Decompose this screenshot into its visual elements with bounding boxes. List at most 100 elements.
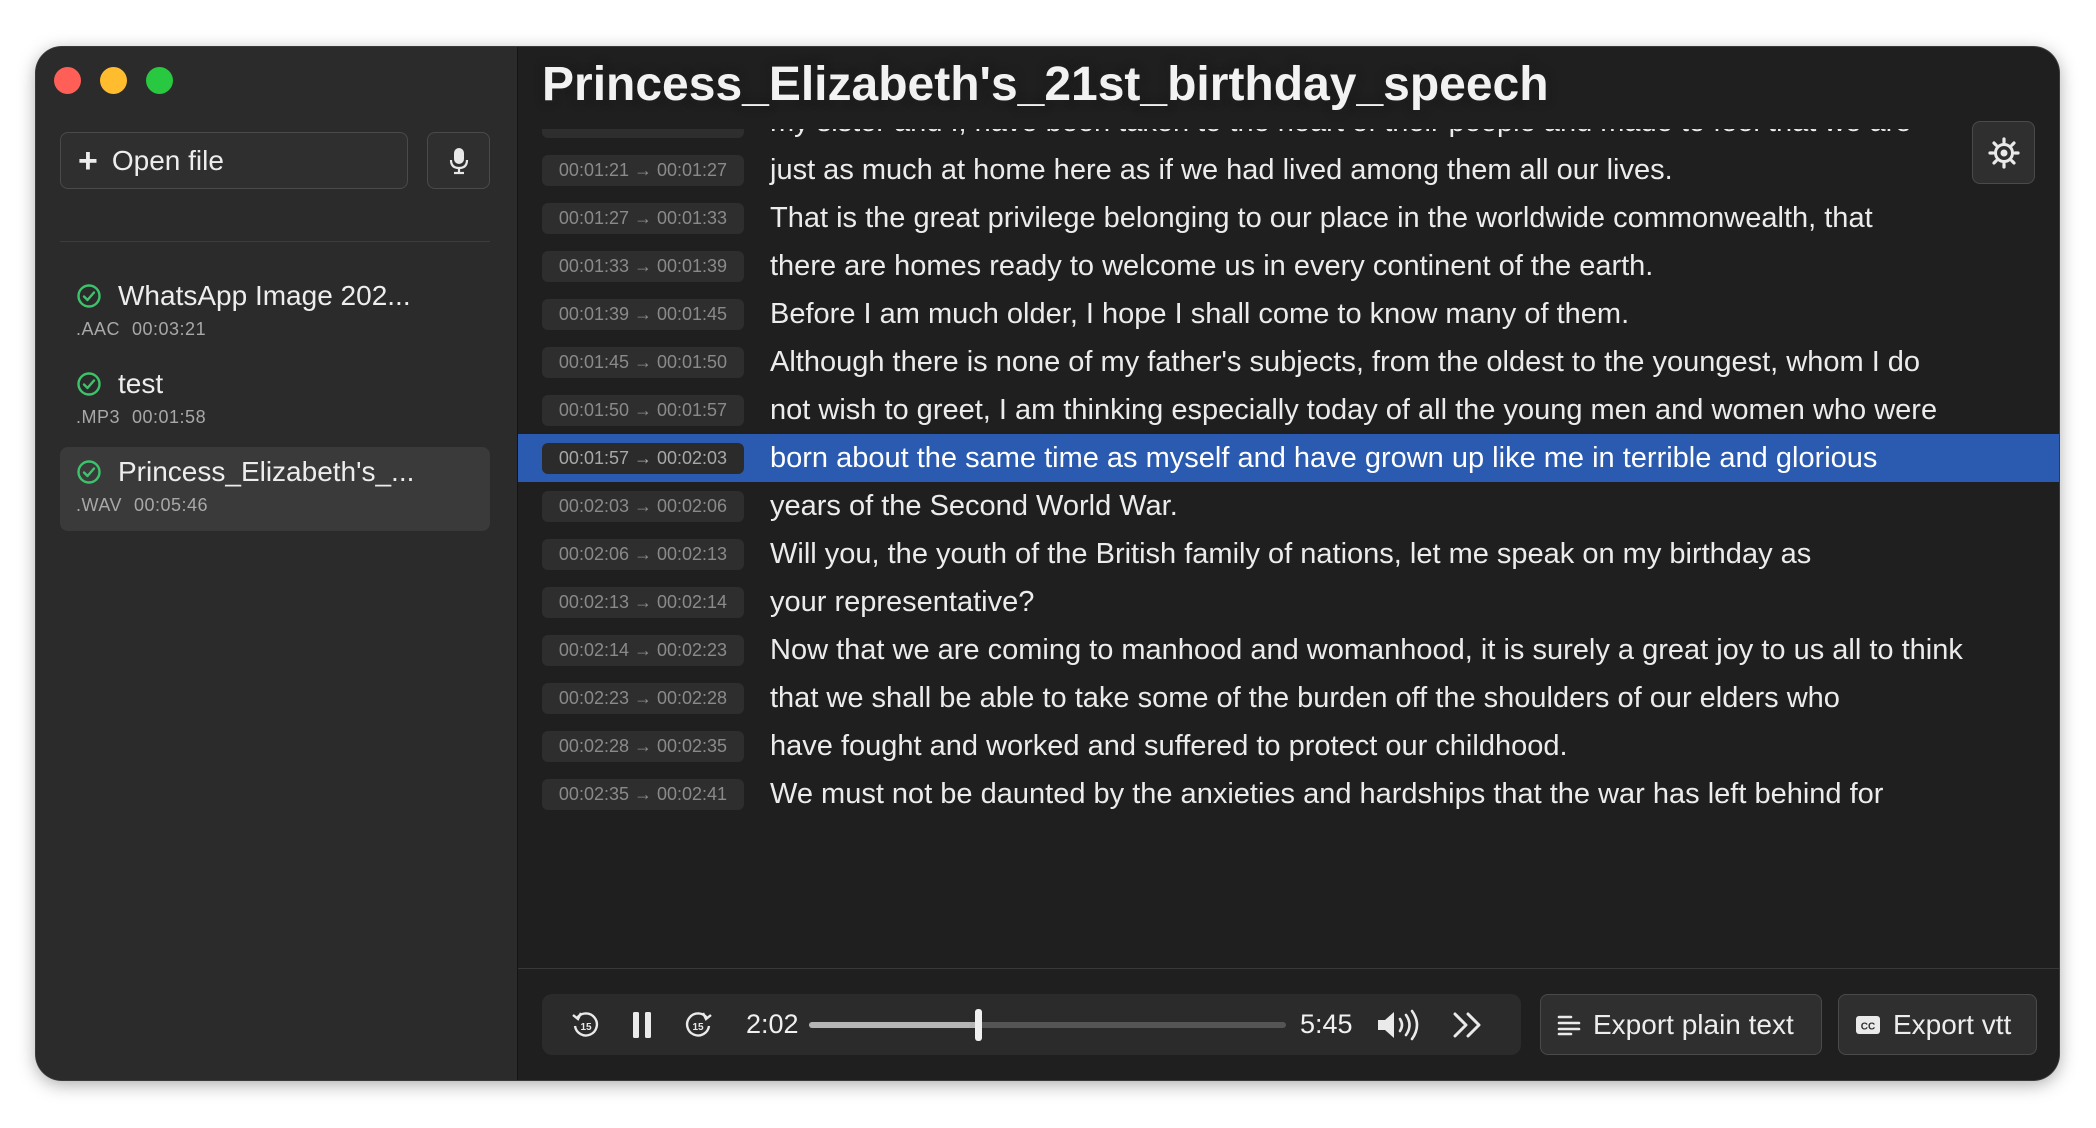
check-circle-icon: [77, 460, 101, 484]
transcript-segment[interactable]: 00:01:33 → 00:01:39 there are homes ready…: [518, 242, 2059, 290]
rewind-15-button[interactable]: 15: [568, 994, 604, 1055]
total-time: 5:45: [1300, 1009, 1353, 1039]
segment-text: my sister and I, have been taken to the …: [770, 129, 2000, 140]
segment-timestamp[interactable]: 00:01:45 → 00:01:50: [542, 347, 744, 378]
minimize-window-button[interactable]: [100, 67, 127, 94]
plus-icon: +: [78, 141, 98, 180]
file-duration: 00:01:58: [132, 407, 207, 427]
volume-button[interactable]: [1374, 994, 1424, 1055]
chevrons-right-icon: [1453, 1012, 1481, 1037]
segment-text: Although there is none of my father's su…: [770, 346, 1921, 378]
transcript-segment[interactable]: 00:02:23 → 00:02:28 that we shall be able…: [518, 674, 2059, 722]
svg-text:CC: CC: [1861, 1021, 1875, 1032]
file-name: Princess_Elizabeth's_...: [118, 456, 415, 487]
seek-slider[interactable]: [809, 1009, 1286, 1041]
forward-15-icon: 15: [685, 1011, 712, 1037]
segment-text: That is the great privilege belonging to…: [770, 202, 1873, 234]
bottom-bar: 15 15 2:02 5:45 Export plain text CC Exp…: [518, 968, 2059, 1080]
segment-text: that we shall be able to take some of th…: [770, 682, 1840, 714]
record-button[interactable]: [427, 132, 490, 189]
transcript-segment[interactable]: 00:01:50 → 00:01:57 not wish to greet, I …: [518, 386, 2059, 434]
pause-button[interactable]: [624, 994, 660, 1055]
file-list-item[interactable]: WhatsApp Image 202... .AAC 00:03:21: [60, 271, 490, 355]
file-extension: .MP3: [76, 407, 121, 427]
file-duration: 00:05:46: [134, 495, 209, 515]
file-list-item[interactable]: test .MP3 00:01:58: [60, 359, 490, 443]
segment-text: Now that we are coming to manhood and wo…: [770, 634, 1963, 666]
export-vtt-label: Export vtt: [1893, 1008, 2012, 1040]
transcript-segment[interactable]: 00:02:28 → 00:02:35 have fought and worke…: [518, 722, 2059, 770]
segment-timestamp[interactable]: 00:02:03 → 00:02:06: [542, 491, 744, 522]
mic-icon: [449, 147, 468, 174]
segment-timestamp[interactable]: 00:02:28 → 00:02:35: [542, 731, 744, 762]
playback-speed-button[interactable]: [1448, 994, 1488, 1055]
pause-icon: [633, 1011, 651, 1038]
transcript-segment[interactable]: 00:01:45 → 00:01:50 Although there is non…: [518, 338, 2059, 386]
segment-timestamp[interactable]: 00:01:39 → 00:01:45: [542, 299, 744, 330]
export-vtt-button[interactable]: CC Export vtt: [1838, 994, 2037, 1055]
settings-button[interactable]: [1972, 121, 2035, 184]
segment-timestamp[interactable]: 00:01:50 → 00:01:57: [542, 395, 744, 426]
segment-text: just as much at home here as if we had l…: [770, 154, 1673, 186]
file-list: WhatsApp Image 202... .AAC 00:03:21 test .MP…: [60, 271, 490, 535]
segment-timestamp[interactable]: 00:02:14 → 00:02:23: [542, 635, 744, 666]
transcript-view[interactable]: 00:01:15 → 00:01:21 my sister and I, have…: [518, 129, 2059, 1015]
segment-timestamp[interactable]: 00:01:21 → 00:01:27: [542, 155, 744, 186]
close-window-button[interactable]: [54, 67, 81, 94]
file-name: test: [118, 368, 164, 399]
segment-timestamp[interactable]: 00:02:06 → 00:02:13: [542, 539, 744, 570]
transcript-segment[interactable]: 00:02:13 → 00:02:14 your representative?: [518, 578, 2059, 626]
file-list-item[interactable]: Princess_Elizabeth's_... .WAV 00:05:46: [60, 447, 490, 531]
segment-timestamp[interactable]: 00:02:23 → 00:02:28: [542, 683, 744, 714]
open-file-button[interactable]: + Open file: [60, 132, 408, 189]
file-row: test: [76, 363, 474, 405]
segment-text: have fought and worked and suffered to p…: [770, 730, 1568, 762]
segment-timestamp[interactable]: 00:01:27 → 00:01:33: [542, 203, 744, 234]
segment-timestamp[interactable]: 00:01:33 → 00:01:39: [542, 251, 744, 282]
forward-seconds-label: 15: [692, 1022, 704, 1033]
file-extension: .AAC: [76, 319, 121, 339]
file-duration: 00:03:21: [132, 319, 207, 339]
transcript-segments: 00:01:15 → 00:01:21 my sister and I, have…: [518, 129, 2059, 818]
transcript-segment[interactable]: 00:02:06 → 00:02:13 Will you, the youth o…: [518, 530, 2059, 578]
seek-progress: [809, 1022, 978, 1028]
transcript-segment[interactable]: 00:01:15 → 00:01:21 my sister and I, have…: [518, 129, 2059, 146]
segment-text: Before I am much older, I hope I shall c…: [770, 298, 1630, 330]
seek-thumb[interactable]: [974, 1009, 982, 1041]
transcript-segment[interactable]: 00:02:14 → 00:02:23 Now that we are comin…: [518, 626, 2059, 674]
transcript-segment[interactable]: 00:01:27 → 00:01:33 That is the great pri…: [518, 194, 2059, 242]
sidebar-divider: [60, 241, 490, 242]
segment-timestamp[interactable]: 00:02:13 → 00:02:14: [542, 587, 744, 618]
forward-15-button[interactable]: 15: [680, 994, 716, 1055]
file-row: Princess_Elizabeth's_...: [76, 451, 474, 493]
transcript-segment[interactable]: 00:01:39 → 00:01:45 Before I am much olde…: [518, 290, 2059, 338]
align-left-icon: [1557, 1015, 1581, 1035]
audio-player: 15 15 2:02 5:45: [542, 994, 1521, 1055]
rewind-seconds-label: 15: [580, 1022, 592, 1033]
transcript-segment[interactable]: 00:02:35 → 00:02:41 We must not be daunte…: [518, 770, 2059, 818]
segment-text: there are homes ready to welcome us in e…: [770, 250, 1654, 282]
segment-text: not wish to greet, I am thinking especia…: [770, 394, 1938, 426]
brightness-gear-icon: [1987, 136, 2020, 169]
export-plain-text-button[interactable]: Export plain text: [1540, 994, 1822, 1055]
segment-timestamp[interactable]: 00:02:35 → 00:02:41: [542, 779, 744, 810]
file-meta: .WAV 00:05:46: [76, 495, 474, 516]
zoom-window-button[interactable]: [146, 67, 173, 94]
segment-timestamp[interactable]: 00:01:15 → 00:01:21: [542, 129, 744, 138]
current-time: 2:02: [746, 1009, 799, 1039]
file-meta: .MP3 00:01:58: [76, 407, 474, 428]
segment-timestamp[interactable]: 00:01:57 → 00:02:03: [542, 443, 744, 474]
open-file-label: Open file: [111, 144, 224, 176]
file-extension: .WAV: [76, 495, 122, 515]
transcript-segment-active[interactable]: 00:01:57 → 00:02:03 born about the same t…: [518, 434, 2059, 482]
traffic-lights: [54, 67, 173, 94]
file-meta: .AAC 00:03:21: [76, 319, 474, 340]
volume-icon: [1378, 1009, 1419, 1040]
segment-text: your representative?: [770, 586, 1035, 618]
segment-text: Will you, the youth of the British famil…: [770, 538, 1812, 570]
transcript-segment[interactable]: 00:01:21 → 00:01:27 just as much at home …: [518, 146, 2059, 194]
sidebar: + Open file WhatsApp Image 202... .AAC 00:…: [36, 47, 518, 1080]
page-title: Princess_Elizabeth's_21st_birthday_speec…: [542, 58, 1549, 111]
transcript-segment[interactable]: 00:02:03 → 00:02:06 years of the Second W…: [518, 482, 2059, 530]
file-row: WhatsApp Image 202...: [76, 275, 474, 317]
